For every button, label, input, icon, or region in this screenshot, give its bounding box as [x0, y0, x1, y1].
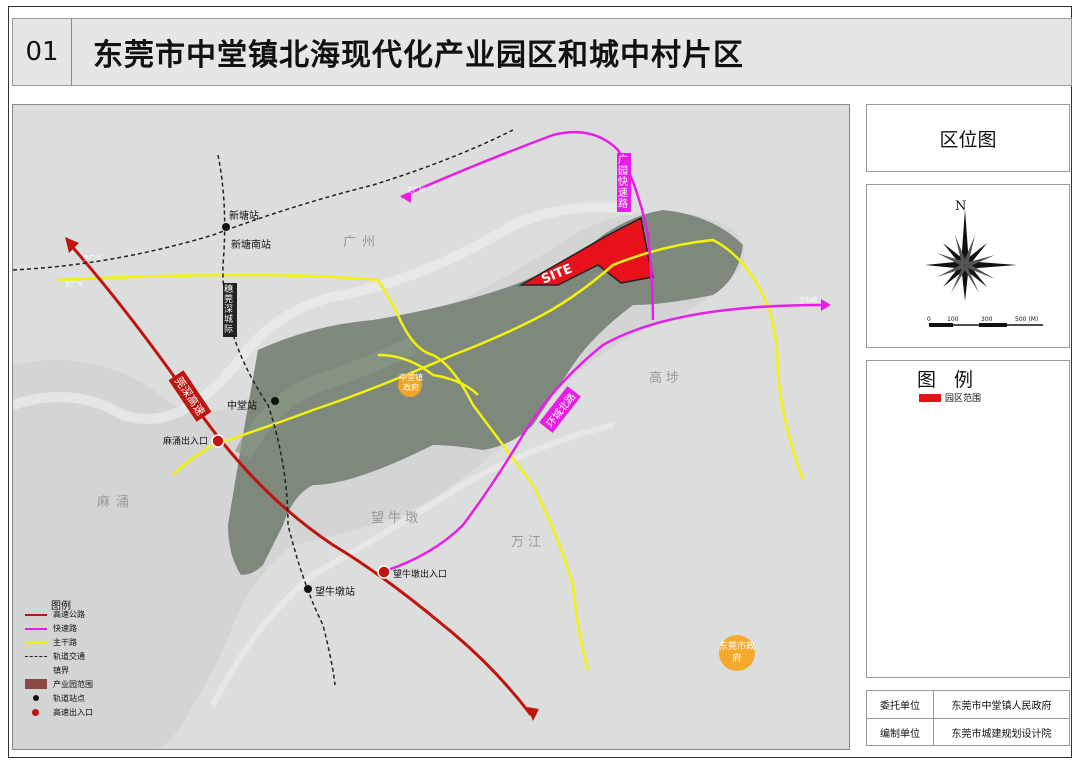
legend-fastroad-label: 快速路: [53, 624, 77, 633]
guangzhou-town-label: 广州: [343, 235, 382, 250]
prepared-row: 编制单位 东莞市城建规划设计院: [867, 719, 1069, 746]
wangniudun-station-label: 望牛墩站: [315, 587, 355, 598]
machong-town-label: 麻涌: [97, 495, 136, 510]
page-title: 东莞市中堂镇北海现代化产业园区和城中村片区: [93, 38, 744, 73]
prepared-key: 编制单位: [867, 719, 934, 746]
machong-exit[interactable]: [211, 434, 225, 448]
machong-exit-label: 麻涌出入口: [163, 437, 209, 447]
legend-panel: 图 例 园区范围: [866, 360, 1070, 678]
section-number: 01: [13, 19, 72, 85]
prepared-value: 东莞市城建规划设计院: [951, 729, 1052, 740]
scale-500: 500 (M): [1015, 316, 1039, 323]
legend-expressway-swatch: [25, 614, 47, 616]
legend-boundary-label: 镇界: [53, 666, 69, 675]
legend-fastroad-swatch: [25, 628, 47, 630]
map-panel[interactable]: SITE 新塘站 新塘南站 中堂站 望牛墩站 麻涌出入口 望牛墩出入口 广园快速…: [12, 104, 850, 750]
compass-rose-icon: [925, 209, 1043, 327]
legend-exit-swatch: [32, 709, 39, 716]
zhongtang-station-label: 中堂站: [227, 401, 257, 412]
location-map-panel: 区位图: [866, 104, 1070, 172]
commission-key: 委托单位: [867, 691, 934, 718]
scale-300: 300: [981, 316, 993, 323]
site-range-label: 园区范围: [945, 394, 982, 404]
to-guangzhou-label-1: 至广州: [407, 187, 426, 194]
commission-value: 东莞市中堂镇人民政府: [951, 701, 1052, 712]
rail-label: 穗莞深城际: [223, 283, 237, 337]
legend-park-swatch: [25, 679, 47, 689]
legend-station-swatch: [33, 695, 39, 701]
zhongtang-gov-label: 中堂镇政府: [399, 373, 423, 392]
legend-title: 图 例: [917, 369, 980, 391]
info-panel: 委托单位 东莞市中堂镇人民政府 编制单位 东莞市城建规划设计院: [866, 690, 1070, 746]
wangniudun-exit-label: 望牛墩出入口: [393, 570, 448, 580]
xintang-south-label: 新塘南站: [231, 240, 271, 251]
commission-row: 委托单位 东莞市中堂镇人民政府: [867, 691, 1069, 719]
legend-station-label: 轨道站点: [53, 694, 85, 703]
zhongtang-station[interactable]: [271, 397, 279, 405]
to-shijie-label: 至石碣: [799, 297, 818, 304]
legend-park-label: 产业园范围: [53, 680, 93, 689]
location-map-title: 区位图: [939, 128, 997, 151]
wangniudun-station[interactable]: [304, 585, 312, 593]
map-legend: 图例 高速公路 快速路 主干路 轨道交通 镇界 产业园范围 轨道站点 高速出入口: [23, 597, 133, 727]
legend-mainroad-swatch: [25, 642, 47, 644]
wangniudun-exit[interactable]: [377, 565, 391, 579]
scale-100: 100: [947, 316, 959, 323]
legend-exit-label: 高速出入口: [53, 708, 93, 717]
dongguan-gov-label: 东莞市政府: [719, 642, 756, 664]
to-guangzhou-label-3: 至广州: [65, 281, 84, 288]
legend-expressway-label: 高速公路: [53, 610, 85, 619]
legend-rail-label: 轨道交通: [53, 652, 85, 661]
to-guangzhou-label-2: 至广州: [83, 255, 102, 262]
scale-0: 0: [927, 316, 931, 323]
xintang-station[interactable]: [222, 223, 230, 231]
title-bar: 01 东莞市中堂镇北海现代化产业园区和城中村片区: [12, 18, 1072, 86]
wangniudun-town-label: 望牛墩: [371, 511, 423, 526]
xintang-station-label: 新塘站: [229, 211, 259, 222]
legend-rail-swatch: [25, 656, 47, 657]
guangyuan-road-label: 广园快速路: [617, 153, 631, 212]
wanjiang-town-label: 万江: [511, 535, 546, 550]
gaobu-town-label: 高埗: [649, 371, 684, 386]
compass-panel: N 0 100 300 500 (M): [866, 184, 1070, 348]
site-range-swatch: [919, 394, 941, 402]
legend-mainroad-label: 主干路: [53, 638, 77, 647]
